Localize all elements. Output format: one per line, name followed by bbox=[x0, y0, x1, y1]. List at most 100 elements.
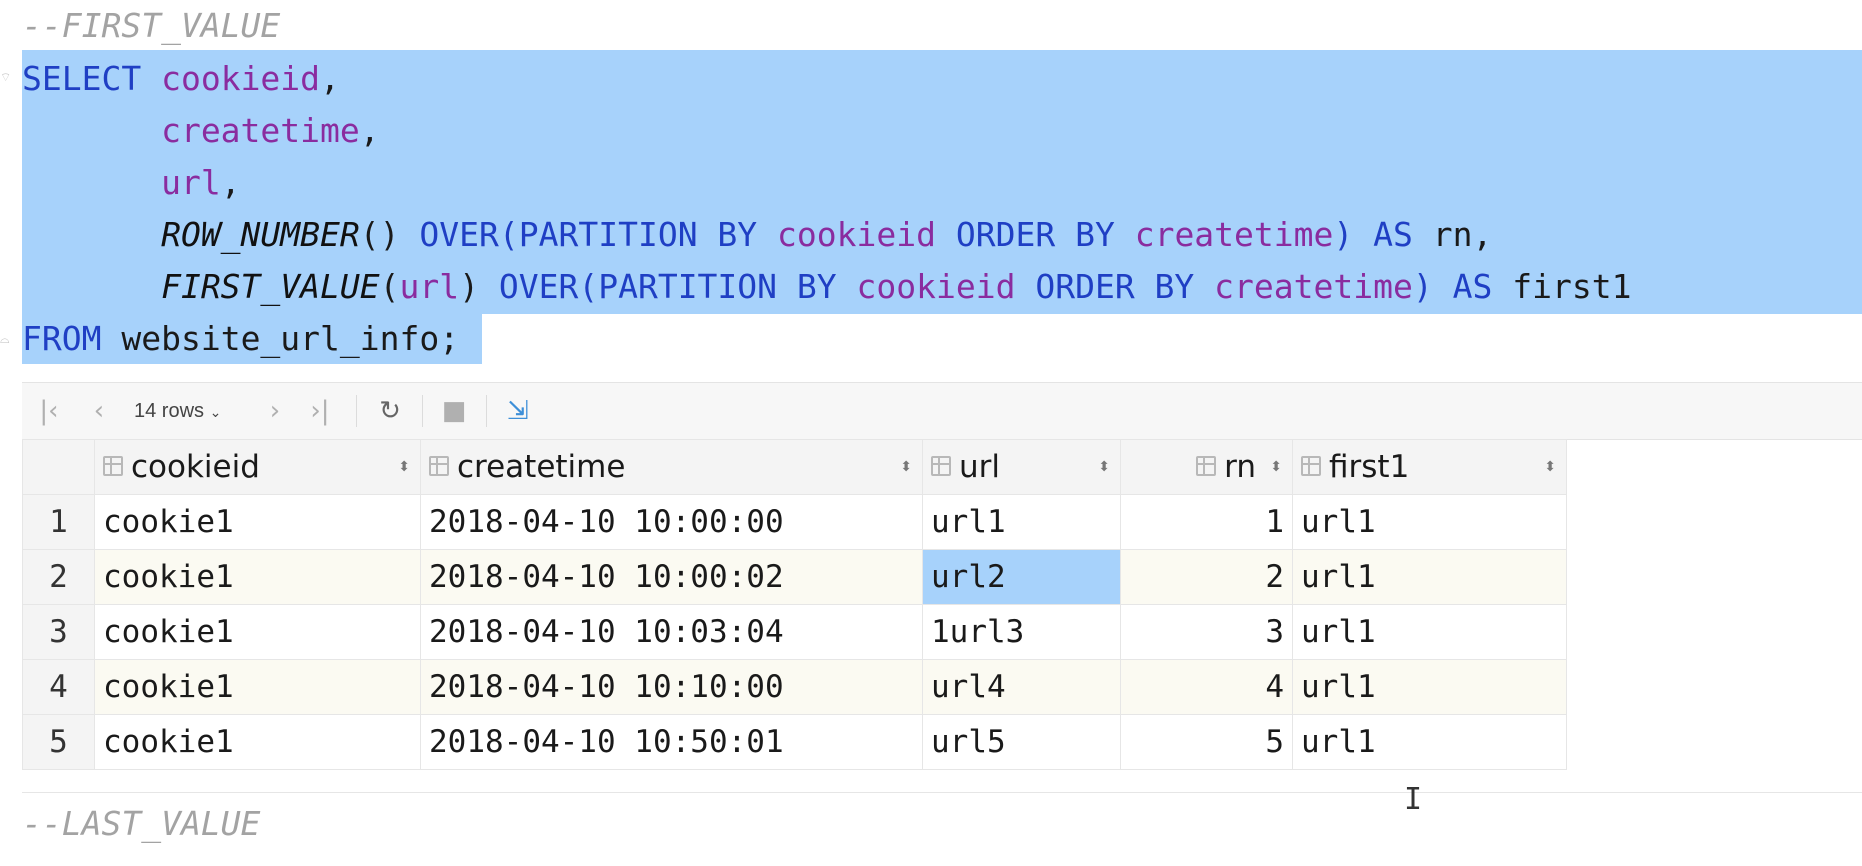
empty-parens: () bbox=[359, 215, 400, 254]
first-page-icon[interactable]: |‹ bbox=[34, 393, 64, 429]
fold-marker-icon[interactable]: ⌓ bbox=[0, 332, 14, 346]
sort-icon[interactable]: ⬍ bbox=[1098, 441, 1110, 494]
alias-rn: rn bbox=[1432, 215, 1473, 254]
open-paren: ( bbox=[498, 215, 519, 254]
column-cookieid: cookieid bbox=[777, 215, 936, 254]
cell-url-selected[interactable]: url2 bbox=[922, 549, 1121, 605]
table-row[interactable]: 1 cookie1 2018-04-10 10:00:00 url1 1 url… bbox=[22, 494, 1567, 550]
close-paren: ) bbox=[1333, 215, 1354, 254]
comma: , bbox=[220, 163, 241, 202]
column-header-url[interactable]: url ⬍ bbox=[922, 439, 1121, 495]
column-icon bbox=[1196, 455, 1217, 476]
prev-page-icon[interactable]: ‹ bbox=[84, 393, 114, 429]
column-header-label: url bbox=[959, 449, 1001, 485]
cell-first1[interactable]: url1 bbox=[1292, 714, 1567, 770]
cell-cookieid[interactable]: cookie1 bbox=[94, 714, 421, 770]
cell-cookieid[interactable]: cookie1 bbox=[94, 494, 421, 550]
comma: , bbox=[320, 59, 340, 98]
chevron-down-icon: ⌄ bbox=[209, 404, 222, 420]
sql-line-2[interactable]: createtime, bbox=[22, 105, 380, 157]
cell-first1[interactable]: url1 bbox=[1292, 494, 1567, 550]
rows-count-label: 14 rows bbox=[134, 400, 205, 422]
cell-first1[interactable]: url1 bbox=[1292, 659, 1567, 715]
cell-rn[interactable]: 2 bbox=[1120, 549, 1293, 605]
fold-marker-icon[interactable]: ⌔ bbox=[0, 70, 14, 84]
alias-first1: first1 bbox=[1512, 267, 1632, 306]
result-panel: |‹ ‹ 14 rows ⌄ › ›| ↻ ■ ⇲ cookieid ⬍ crea… bbox=[22, 382, 1862, 770]
cell-url[interactable]: url4 bbox=[922, 659, 1121, 715]
sort-icon[interactable]: ⬍ bbox=[1544, 441, 1556, 494]
sql-line-4[interactable]: ROW_NUMBER() OVER(PARTITION BY cookieid … bbox=[22, 209, 1492, 261]
cell-rn[interactable]: 5 bbox=[1120, 714, 1293, 770]
cell-createtime[interactable]: 2018-04-10 10:10:00 bbox=[420, 659, 923, 715]
table-row[interactable]: 3 cookie1 2018-04-10 10:03:04 1url3 3 ur… bbox=[22, 604, 1567, 660]
cell-url[interactable]: 1url3 bbox=[922, 604, 1121, 660]
cell-first1[interactable]: url1 bbox=[1292, 604, 1567, 660]
toolbar-separator bbox=[422, 395, 423, 427]
order-by-keyword: ORDER BY bbox=[955, 215, 1115, 254]
sort-icon[interactable]: ⬍ bbox=[1270, 441, 1282, 494]
comment-last-value: --LAST_VALUE bbox=[22, 804, 261, 843]
cell-rn[interactable]: 3 bbox=[1120, 604, 1293, 660]
select-keyword: SELECT bbox=[22, 59, 142, 98]
comma: , bbox=[1472, 215, 1493, 254]
function-first-value: FIRST_VALUE bbox=[161, 267, 380, 306]
cell-rn[interactable]: 1 bbox=[1120, 494, 1293, 550]
function-row-number: ROW_NUMBER bbox=[161, 215, 360, 254]
cell-first1[interactable]: url1 bbox=[1292, 549, 1567, 605]
comment-first-value: --FIRST_VALUE bbox=[22, 6, 281, 45]
column-icon bbox=[1301, 455, 1321, 476]
table-row[interactable]: 4 cookie1 2018-04-10 10:10:00 url4 4 url… bbox=[22, 659, 1567, 715]
column-cookieid: cookieid bbox=[856, 267, 1016, 306]
last-page-icon[interactable]: ›| bbox=[302, 393, 338, 429]
column-createtime: createtime bbox=[161, 111, 360, 150]
sort-icon[interactable]: ⬍ bbox=[398, 441, 410, 494]
cell-cookieid[interactable]: cookie1 bbox=[94, 604, 421, 660]
row-number-header bbox=[22, 439, 95, 495]
result-grid: cookieid ⬍ createtime ⬍ url ⬍ rn ⬍ first1 ⬍ 1… bbox=[22, 439, 1567, 770]
column-url: url bbox=[161, 163, 221, 202]
table-name: website_url_info bbox=[121, 319, 440, 358]
column-header-first1[interactable]: first1 ⬍ bbox=[1292, 439, 1567, 495]
column-header-label: first1 bbox=[1329, 449, 1410, 485]
close-paren: ) bbox=[459, 267, 479, 306]
result-toolbar: |‹ ‹ 14 rows ⌄ › ›| ↻ ■ ⇲ bbox=[22, 383, 1862, 440]
section-divider bbox=[22, 792, 1862, 793]
column-cookieid: cookieid bbox=[161, 59, 321, 98]
cell-createtime[interactable]: 2018-04-10 10:00:02 bbox=[420, 549, 923, 605]
cell-url[interactable]: url5 bbox=[922, 714, 1121, 770]
column-createtime: createtime bbox=[1214, 267, 1413, 306]
partition-by-keyword: PARTITION BY bbox=[518, 215, 758, 254]
sql-line-1[interactable]: SELECT cookieid, bbox=[22, 53, 340, 105]
column-header-label: cookieid bbox=[131, 449, 260, 485]
sql-line-6[interactable]: FROM website_url_info; bbox=[22, 313, 459, 365]
table-row[interactable]: 2 cookie1 2018-04-10 10:00:02 url2 2 url… bbox=[22, 549, 1567, 605]
cell-createtime[interactable]: 2018-04-10 10:03:04 bbox=[420, 604, 923, 660]
column-header-createtime[interactable]: createtime ⬍ bbox=[420, 439, 923, 495]
column-header-rn[interactable]: rn ⬍ bbox=[1120, 439, 1293, 495]
sql-line-5[interactable]: FIRST_VALUE(url) OVER(PARTITION BY cooki… bbox=[22, 261, 1631, 313]
cell-cookieid[interactable]: cookie1 bbox=[94, 549, 421, 605]
header-row: cookieid ⬍ createtime ⬍ url ⬍ rn ⬍ first1 ⬍ bbox=[22, 439, 1567, 495]
column-icon bbox=[931, 455, 951, 476]
as-keyword: AS bbox=[1373, 215, 1413, 254]
row-number: 2 bbox=[22, 549, 95, 605]
next-page-icon[interactable]: › bbox=[260, 393, 290, 429]
over-keyword: OVER bbox=[419, 215, 499, 254]
cell-rn[interactable]: 4 bbox=[1120, 659, 1293, 715]
sort-icon[interactable]: ⬍ bbox=[900, 441, 912, 494]
column-header-label: rn bbox=[1224, 449, 1256, 485]
stop-icon[interactable]: ■ bbox=[436, 393, 472, 429]
partition-by-keyword: PARTITION BY bbox=[598, 267, 837, 306]
cell-url[interactable]: url1 bbox=[922, 494, 1121, 550]
cell-cookieid[interactable]: cookie1 bbox=[94, 659, 421, 715]
pin-icon[interactable]: ⇲ bbox=[500, 393, 536, 429]
text-cursor-icon: I bbox=[1404, 782, 1423, 817]
refresh-icon[interactable]: ↻ bbox=[372, 393, 408, 429]
cell-createtime[interactable]: 2018-04-10 10:00:00 bbox=[420, 494, 923, 550]
rows-count-dropdown[interactable]: 14 rows ⌄ bbox=[134, 393, 221, 429]
sql-line-3[interactable]: url, bbox=[22, 157, 241, 209]
column-header-cookieid[interactable]: cookieid ⬍ bbox=[94, 439, 421, 495]
cell-createtime[interactable]: 2018-04-10 10:50:01 bbox=[420, 714, 923, 770]
table-row[interactable]: 5 cookie1 2018-04-10 10:50:01 url5 5 url… bbox=[22, 714, 1567, 770]
